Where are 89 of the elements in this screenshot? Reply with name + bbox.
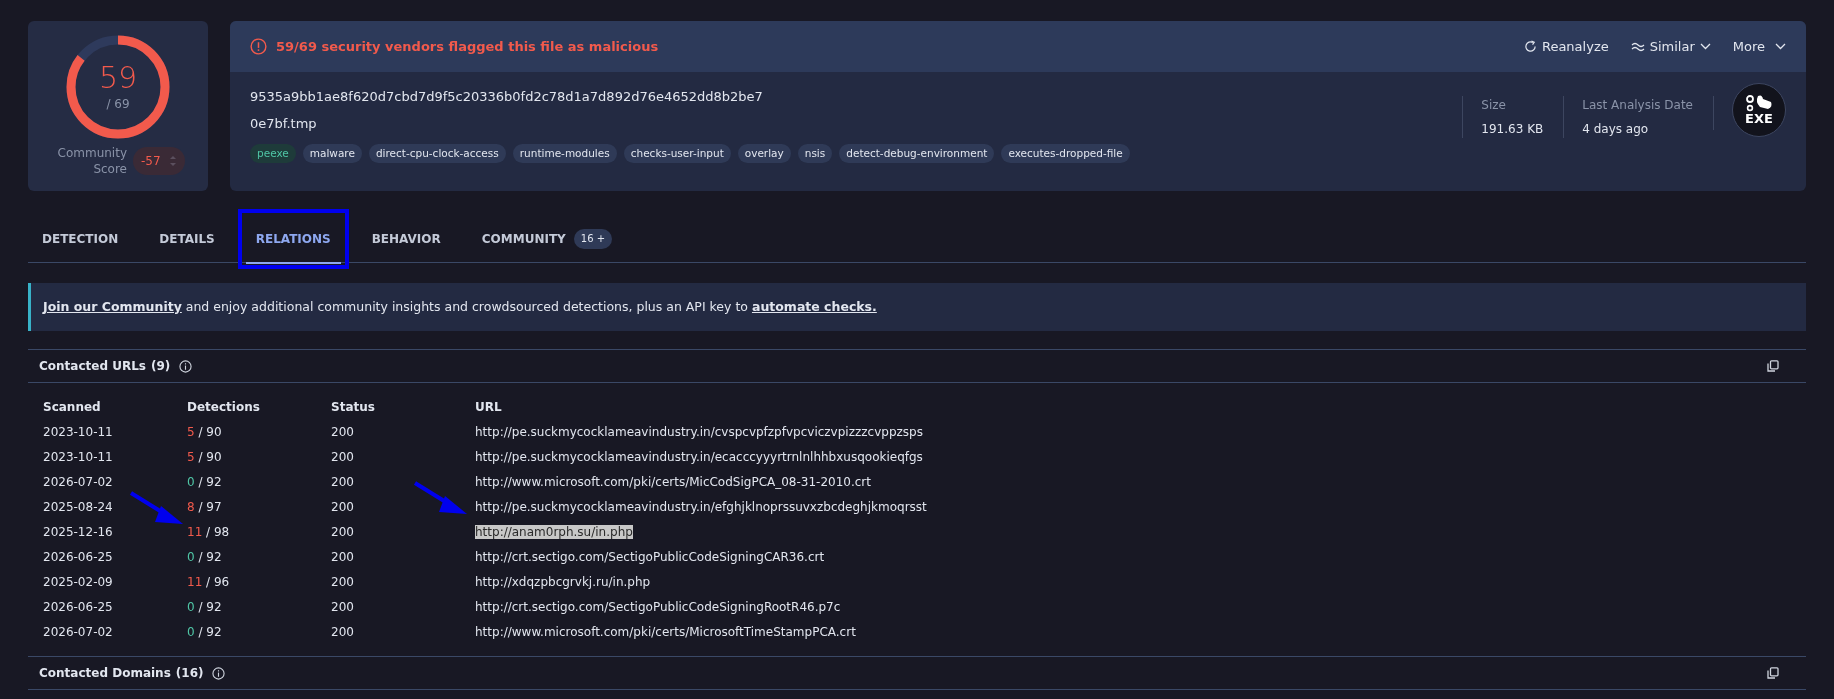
table-cell-text: 2023-10-11: [43, 448, 114, 466]
table-cell-text: 2026-06-25: [43, 548, 114, 566]
tab[interactable]: DETAILS: [145, 214, 229, 263]
tab[interactable]: BEHAVIOR: [357, 214, 455, 263]
chevron-down-icon: [1775, 43, 1786, 50]
stat-value: 4 days ago: [1582, 121, 1650, 138]
url-link[interactable]: http://pe.suckmycocklameavindustry.in/cvspcvpfzpfvpcviczvpizzzcvppzsps: [475, 424, 923, 439]
table-cell-text: 200: [331, 598, 355, 616]
tag[interactable]: nsis: [797, 144, 833, 163]
detection-cell: 11 / 98: [187, 522, 331, 541]
section-title: Contacted URLs: [39, 358, 146, 375]
detection-cell-text: 0 / 92: [187, 473, 223, 491]
section-count: (16): [175, 665, 204, 682]
table-cell-text: 200: [331, 423, 355, 441]
table-cell-text: 200: [331, 498, 355, 516]
url-link[interactable]: http://pe.suckmycocklameavindustry.in/efghjklnoprssuvxzbcdeghjkmoqrsst: [475, 499, 927, 514]
url-link[interactable]: http://crt.sectigo.com/SectigoPublicCodeSigningCAR36.crt: [475, 549, 825, 564]
table-cell-text: 200: [331, 448, 355, 466]
file-type-tag[interactable]: peexe: [250, 144, 296, 163]
similar-menu-button[interactable]: Similar: [1630, 36, 1711, 57]
file-name: 0e7bf.tmp: [250, 115, 318, 134]
tab[interactable]: COMMUNITY 16 +: [467, 214, 627, 263]
alert-icon: [250, 38, 267, 55]
copy-button[interactable]: [1767, 360, 1779, 372]
url-link[interactable]: http://pe.suckmycocklameavindustry.in/ecacccyyyrtrnlnlhhbxusqookieqfgs: [475, 449, 923, 464]
more-menu-button[interactable]: More: [1732, 36, 1786, 57]
file-hash: 9535a9bb1ae8f620d7cbd7d9f5c20336b0fd2c78d1a7d892d76e4652dd8b2be7: [250, 88, 764, 107]
table-cell-text: 2025-02-09: [43, 573, 114, 591]
table-cell-text: 2026-06-25: [43, 598, 114, 616]
tab[interactable]: DETECTION: [28, 214, 133, 263]
url-link[interactable]: http://www.microsoft.com/pki/certs/MicrosoftTimeStampPCA.crt: [475, 624, 856, 639]
table-cell-text: 2023-10-11: [43, 423, 114, 441]
banner-text: Join our Community and enjoy additional community insights and crowdsourced detections, plus an API key to automate checks.: [43, 297, 877, 316]
copy-button[interactable]: [1767, 667, 1779, 679]
url-link[interactable]: http://www.microsoft.com/pki/certs/MicCodSigPCA_08-31-2010.crt: [475, 474, 871, 489]
column-header: URL: [475, 398, 503, 416]
community-score-stepper[interactable]: -57: [133, 147, 185, 175]
detection-cell-text: 8 / 97: [187, 498, 223, 516]
table-cell-text: 200: [331, 573, 355, 591]
info-icon: [179, 359, 193, 373]
tag[interactable]: runtime-modules: [512, 144, 617, 163]
community-score-label: Community Score: [56, 145, 127, 177]
automate-checks-link[interactable]: automate checks.: [751, 298, 877, 314]
tag[interactable]: malware: [302, 144, 362, 163]
column-header: Detections: [187, 398, 261, 416]
table-cell-text: 2026-07-02: [43, 473, 114, 491]
stat-value: 191.63 KB: [1481, 121, 1544, 138]
info-icon: [212, 666, 226, 680]
detection-cell-text: 0 / 92: [187, 623, 223, 641]
refresh-icon: [1523, 40, 1537, 53]
detection-total: / 69: [106, 96, 130, 113]
tag[interactable]: executes-dropped-file: [1001, 144, 1130, 163]
chevron-down-icon: [1699, 43, 1711, 50]
reanalyze-button[interactable]: Reanalyze: [1523, 36, 1609, 57]
tag[interactable]: checks-user-input: [623, 144, 731, 163]
table-cell-text: 200: [331, 473, 355, 491]
url-link[interactable]: http://anam0rph.su/in.php: [475, 524, 633, 539]
copy-icon: [1767, 360, 1779, 372]
join-community-link[interactable]: Join our Community: [43, 298, 182, 314]
stepper-arrows-icon: [169, 153, 177, 169]
tag[interactable]: detect-debug-environment: [839, 144, 995, 163]
detection-cell-text: 0 / 92: [187, 598, 223, 616]
detection-cell-text: 11 / 96: [187, 573, 231, 591]
table-cell-text: 200: [331, 548, 355, 566]
url-link[interactable]: http://crt.sectigo.com/SectigoPublicCodeSigningRootR46.p7c: [475, 599, 841, 614]
stat-label: Last Analysis Date: [1582, 97, 1693, 114]
table-cell-text: 2025-12-16: [43, 523, 114, 541]
section-title: Contacted Domains: [39, 665, 171, 682]
table-cell-text: 200: [331, 623, 355, 641]
url-link[interactable]: http://xdqzpbcgrvkj.ru/in.php: [475, 574, 651, 589]
copy-icon: [1767, 667, 1779, 679]
stat-label: Size: [1481, 97, 1507, 114]
file-type-icon: EXE: [1732, 83, 1786, 137]
column-header: Scanned: [43, 398, 102, 416]
table-cell-text: 2026-07-02: [43, 623, 114, 641]
detection-count: 59: [98, 61, 138, 95]
table-cell-text: 200: [331, 523, 355, 541]
tag[interactable]: direct-cpu-clock-access: [368, 144, 506, 163]
tab[interactable]: RELATIONS: [241, 214, 345, 263]
section-count: (9): [150, 358, 171, 375]
detection-cell-text: 5 / 90: [187, 448, 223, 466]
column-header: Status: [331, 398, 376, 416]
table-cell-text: 2025-08-24: [43, 498, 114, 516]
alert-message: 59/69 security vendors flagged this file as malicious: [276, 37, 659, 56]
wave-icon: [1630, 41, 1645, 52]
detection-cell-text: 0 / 92: [187, 548, 223, 566]
tag[interactable]: overlay: [737, 144, 791, 163]
count-badge: 16 +: [573, 228, 613, 249]
detection-cell-text: 5 / 90: [187, 423, 223, 441]
